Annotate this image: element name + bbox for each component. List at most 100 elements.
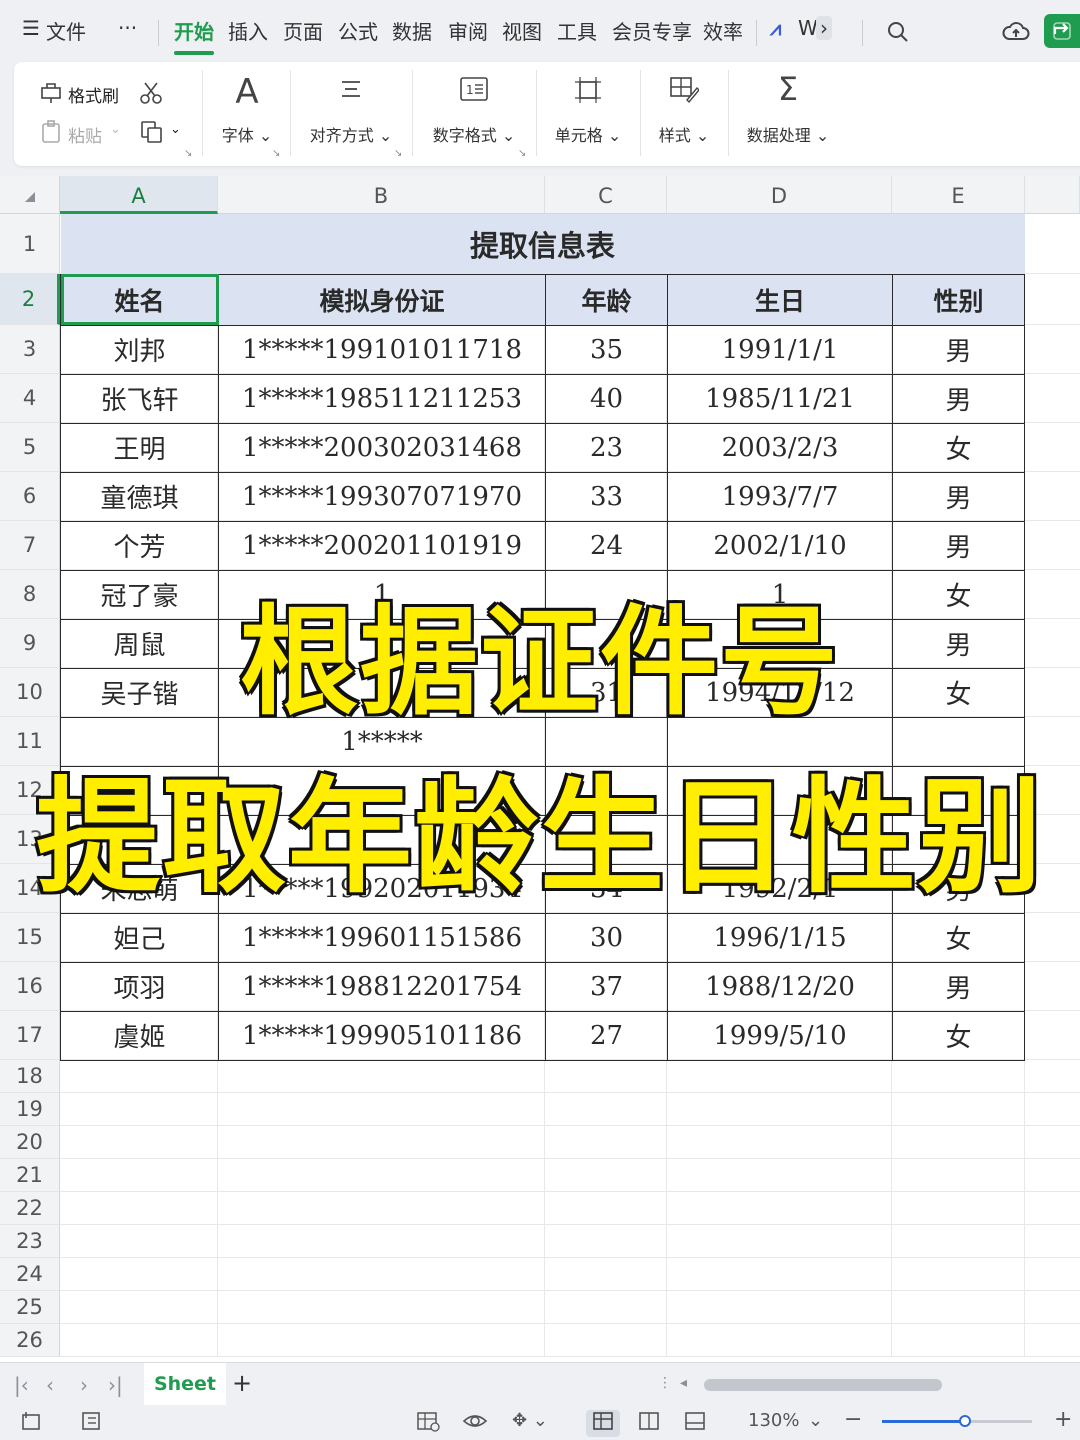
eye-icon[interactable] [462,1410,488,1437]
table-cell[interactable]: 1*****198812201754 [218,961,546,1012]
page-layout-icon[interactable] [638,1410,660,1437]
tab-1[interactable]: 插入 [228,16,268,45]
sheet-tab[interactable]: Sheet [144,1363,226,1405]
table-cell[interactable]: 2003/2/3 [667,422,893,473]
row-header-23[interactable]: 23 [0,1225,60,1258]
first-sheet-icon[interactable]: |‹ [14,1373,29,1397]
table-cell[interactable]: 37 [545,961,668,1012]
column-header-b[interactable]: B [218,176,545,214]
header-cell[interactable]: 生日 [667,273,893,326]
tab-3[interactable]: 公式 [338,16,378,45]
share-icon[interactable] [1044,14,1080,48]
page-icon[interactable] [80,1410,102,1437]
hamburger-menu-icon[interactable]: ☰ [22,16,40,40]
spreadsheet-grid[interactable]: ABCDE 1 2 3 4 5 6 7 8 9 10 11 12 13 14 15 16 17 18 19 20 21 2… [0,176,1080,1362]
header-cell[interactable]: 性别 [892,273,1025,326]
file-menu[interactable]: 文件 [46,16,86,45]
table-cell[interactable]: 王明 [60,422,219,473]
header-cell[interactable]: 年龄 [545,273,668,326]
paste-dropdown-icon[interactable]: ⌄ [110,122,121,137]
wps-ai-icon[interactable]: ⩘ [770,16,781,40]
table-cell[interactable]: 1*****200302031468 [218,422,546,473]
row-header-26[interactable]: 26 [0,1324,60,1357]
paste-icon[interactable] [40,120,64,148]
row-header-7[interactable]: 7 [0,521,60,570]
dialog-launcher-icon[interactable]: ↘ [394,148,402,159]
header-cell[interactable]: 模拟身份证 [218,273,546,326]
table-cell[interactable]: 1999/5/10 [667,1010,893,1061]
table-cell[interactable]: 1991/1/1 [667,324,893,375]
tab-5[interactable]: 审阅 [448,16,488,45]
row-header-18[interactable]: 18 [0,1060,60,1093]
zoom-in-button[interactable]: + [1054,1407,1072,1432]
table-cell[interactable]: 张飞轩 [60,373,219,424]
scroll-left-icon[interactable]: ◂ [680,1375,687,1391]
table-cell[interactable]: 1*****199307071970 [218,471,546,522]
add-sheet-button[interactable]: + [232,1369,252,1397]
horizontal-scrollbar[interactable] [704,1379,942,1391]
table-cell[interactable]: 1993/7/7 [667,471,893,522]
table-cell[interactable]: 女 [892,1010,1025,1061]
row-header-15[interactable]: 15 [0,913,60,962]
row-header-24[interactable]: 24 [0,1258,60,1291]
column-header-d[interactable]: D [667,176,892,214]
tab-4[interactable]: 数据 [392,16,432,45]
row-header-22[interactable]: 22 [0,1192,60,1225]
table-cell[interactable]: 30 [545,912,668,963]
font-group[interactable]: A 字体 ⌄ ↘ [204,62,290,166]
zoom-level[interactable]: 130% [748,1410,799,1431]
cell-group[interactable]: 单元格 ⌄ [538,62,638,166]
table-cell[interactable]: 40 [545,373,668,424]
table-settings-icon[interactable] [416,1410,440,1437]
tab-8[interactable]: 会员专享 [612,16,692,45]
normal-view-icon[interactable] [586,1410,620,1437]
cut-icon[interactable] [138,80,164,110]
table-cell[interactable]: 35 [545,324,668,375]
last-sheet-icon[interactable]: ›| [108,1373,123,1397]
table-cell[interactable]: 男 [892,961,1025,1012]
align-group[interactable]: 对齐方式 ⌄ ↘ [292,62,410,166]
column-header-c[interactable]: C [545,176,667,214]
row-header-6[interactable]: 6 [0,472,60,521]
zoom-dropdown-icon[interactable]: ⌄ [808,1410,823,1431]
copy-icon[interactable] [140,120,164,148]
style-group[interactable]: 样式 ⌄ [642,62,726,166]
table-cell[interactable]: 1985/11/21 [667,373,893,424]
next-sheet-icon[interactable]: › [80,1373,88,1397]
table-cell[interactable]: 童德琪 [60,471,219,522]
row-header-4[interactable]: 4 [0,374,60,423]
table-cell[interactable]: 24 [545,520,668,571]
table-cell[interactable]: 1*****200201101919 [218,520,546,571]
tab-9[interactable]: 效率 [703,16,743,45]
table-cell[interactable]: 1988/12/20 [667,961,893,1012]
table-cell[interactable]: 男 [892,520,1025,571]
table-cell[interactable]: 妲己 [60,912,219,963]
format-painter-icon[interactable] [40,82,64,108]
table-cell[interactable]: 男 [892,471,1025,522]
tab-6[interactable]: 视图 [502,16,542,45]
row-header-19[interactable]: 19 [0,1093,60,1126]
prev-sheet-icon[interactable]: ‹ [46,1373,54,1397]
table-cell[interactable]: 女 [892,422,1025,473]
table-cell[interactable]: 33 [545,471,668,522]
table-cell[interactable]: 23 [545,422,668,473]
table-cell[interactable]: 个芳 [60,520,219,571]
dialog-launcher-icon[interactable]: ↘ [184,148,192,159]
copy-dropdown-icon[interactable]: ⌄ [170,122,181,137]
header-cell[interactable]: 姓名 [60,273,219,326]
row-header-17[interactable]: 17 [0,1011,60,1060]
paste-button[interactable]: 粘贴 [68,122,102,147]
tab-7[interactable]: 工具 [557,16,597,45]
tab-0[interactable]: 开始 [174,16,214,55]
table-cell[interactable]: 27 [545,1010,668,1061]
cloud-upload-icon[interactable] [1002,20,1030,48]
data-process-group[interactable]: Σ 数据处理 ⌄ [730,62,846,166]
column-header-a[interactable]: A [60,176,218,214]
table-cell[interactable]: 虞姬 [60,1010,219,1061]
macro-icon[interactable] [20,1410,42,1437]
row-header-3[interactable]: 3 [0,325,60,374]
zoom-slider[interactable] [882,1415,1032,1427]
table-cell[interactable]: 男 [892,324,1025,375]
row-header-16[interactable]: 16 [0,962,60,1011]
page-break-icon[interactable] [684,1410,706,1437]
